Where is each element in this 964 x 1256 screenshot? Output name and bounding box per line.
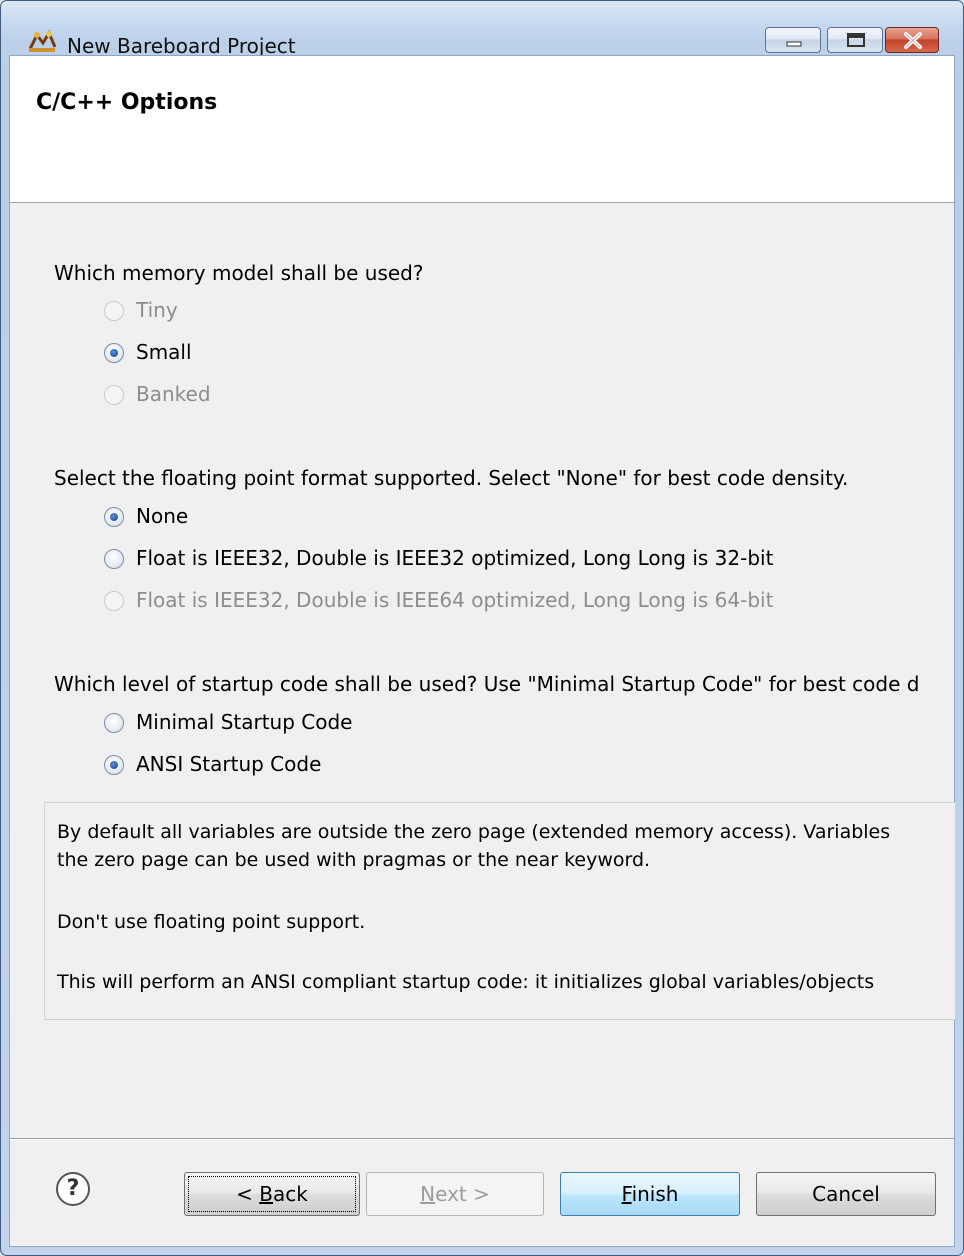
focus-rectangle [188,1176,356,1212]
cancel-button[interactable]: Cancel [756,1172,936,1216]
maximize-icon [847,33,865,47]
radio-button[interactable] [104,301,124,321]
radio-button[interactable] [104,549,124,569]
next-label-rest: ext > [435,1182,490,1206]
startup-code-question: Which level of startup code shall be use… [54,672,920,696]
floating-point-question: Select the floating point format support… [54,466,849,490]
next-mnemonic-key: N [420,1182,436,1206]
radio-button[interactable] [104,343,124,363]
help-icon[interactable]: ? [56,1172,90,1206]
title-bar[interactable]: New Bareboard Project [1,1,963,58]
footer-separator [10,1138,954,1140]
radio-button[interactable] [104,385,124,405]
maximize-button[interactable] [827,27,883,53]
radio-label: Tiny [136,298,178,322]
radio-label: None [136,504,189,528]
wizard-header: C/C++ Options [10,56,954,203]
description-line: the zero page can be used with pragmas o… [57,849,651,871]
description-box[interactable]: By default all variables are outside the… [44,802,956,1020]
minimize-button[interactable] [765,27,821,53]
app-logo-icon [28,29,57,52]
back-button[interactable]: < Back [184,1172,360,1216]
radio-button[interactable] [104,713,124,733]
radio-button[interactable] [104,507,124,527]
finish-mnemonic-key: F [621,1182,632,1206]
description-line: By default all variables are outside the… [57,821,891,843]
radio-button[interactable] [104,591,124,611]
radio-label: Float is IEEE32, Double is IEEE32 optimi… [136,546,774,570]
radio-label: Minimal Startup Code [136,710,353,734]
finish-label-rest: inish [631,1182,679,1206]
description-line: Don't use floating point support. [57,911,366,933]
dialog-body: C/C++ Options Which memory model shall b… [9,55,956,1247]
description-line: This will perform an ANSI compliant star… [57,971,875,993]
finish-button[interactable]: Finish [560,1172,740,1216]
next-button[interactable]: Next > [366,1172,544,1216]
radio-label: Small [136,340,192,364]
memory-model-question: Which memory model shall be used? [54,261,424,285]
radio-button[interactable] [104,755,124,775]
page-title: C/C++ Options [36,90,218,115]
radio-label: Float is IEEE32, Double is IEEE64 optimi… [136,588,774,612]
close-icon [904,32,922,49]
radio-label: ANSI Startup Code [136,752,322,776]
minimize-icon [786,41,802,47]
radio-label: Banked [136,382,211,406]
close-button[interactable] [885,27,939,53]
window-frame: New Bareboard Project C/C++ Options Whic… [0,0,964,1256]
